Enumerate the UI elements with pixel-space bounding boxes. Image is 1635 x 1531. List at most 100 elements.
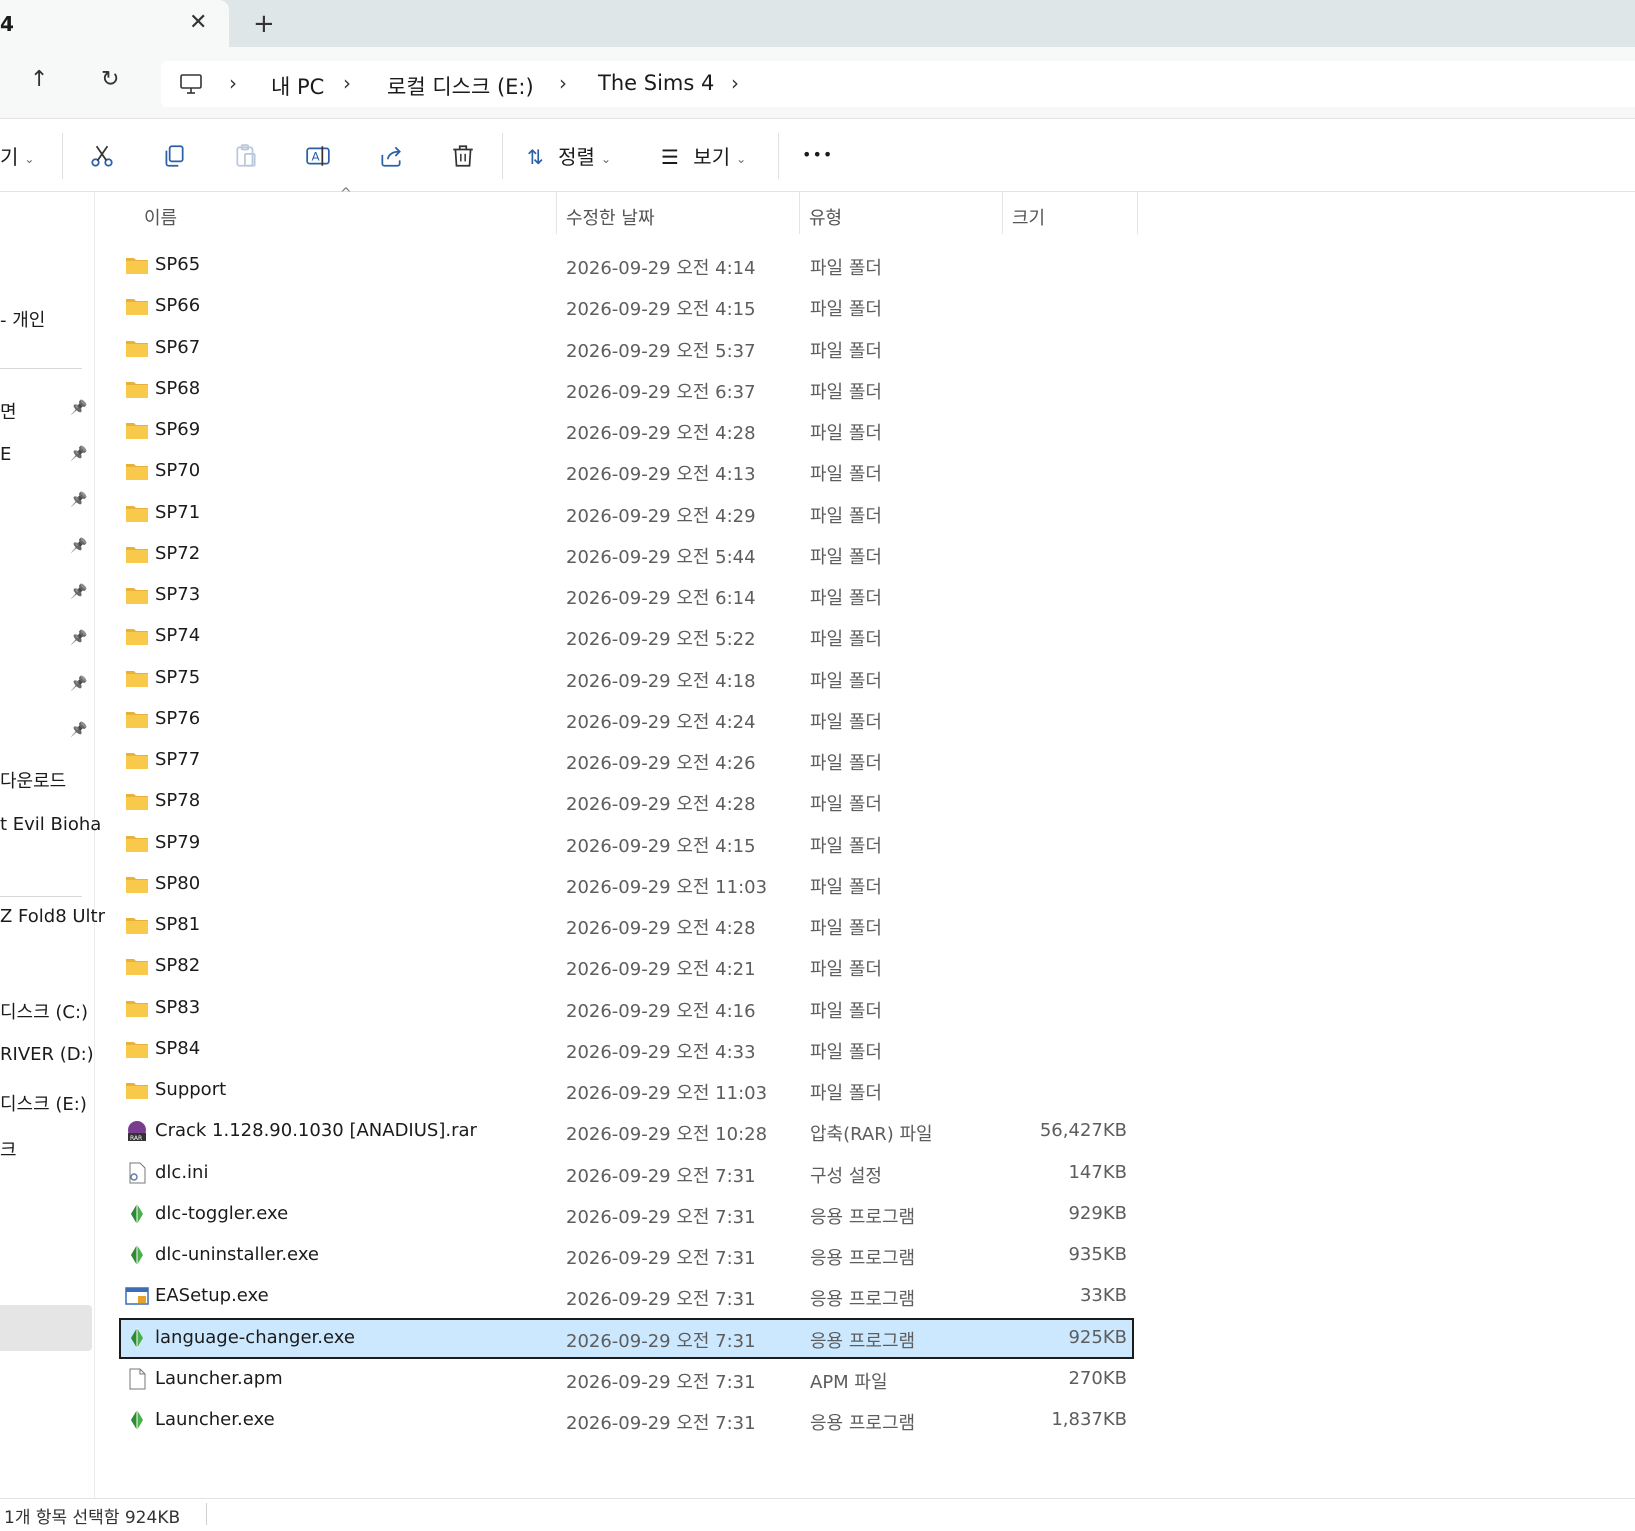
file-row[interactable]: dlc.ini 2026-09-29 오전 7:31 구성 설정 147KB — [120, 1154, 1133, 1193]
file-name: dlc.ini — [155, 1162, 209, 1183]
breadcrumb-the-sims-4[interactable]: The Sims 4 — [598, 71, 714, 95]
view-button[interactable]: ☰ 보기 ⌄ — [661, 141, 746, 170]
file-type: 파일 폴더 — [810, 423, 882, 444]
share-icon[interactable] — [378, 143, 404, 169]
file-date: 2026-09-29 오전 4:16 — [566, 1001, 756, 1022]
file-row[interactable]: SP75 2026-09-29 오전 4:18 파일 폴더 — [120, 659, 1133, 698]
chevron-down-icon: ⌄ — [736, 151, 747, 166]
file-name: Support — [155, 1079, 227, 1100]
tab-active[interactable]: 4 ✕ — [0, 0, 229, 47]
paste-icon[interactable] — [233, 143, 259, 169]
file-row[interactable]: dlc-uninstaller.exe 2026-09-29 오전 7:31 응용 … — [120, 1236, 1133, 1275]
column-resize-handle[interactable] — [1002, 192, 1003, 234]
file-row[interactable]: language-changer.exe 2026-09-29 오전 7:31 응용… — [119, 1318, 1134, 1359]
new-tab-button[interactable]: + — [253, 9, 275, 39]
address-bar[interactable]: › 내 PC › 로컬 디스크 (E:) › The Sims 4 › — [161, 61, 1635, 107]
file-row[interactable]: SP84 2026-09-29 오전 4:33 파일 폴더 — [120, 1030, 1133, 1069]
file-type: 파일 폴더 — [810, 753, 882, 774]
pin-icon[interactable]: 📌 — [70, 538, 87, 554]
column-resize-handle[interactable] — [1137, 192, 1138, 234]
chevron-right-icon[interactable]: › — [229, 71, 237, 95]
file-date: 2026-09-29 오전 7:31 — [566, 1331, 756, 1352]
chevron-right-icon[interactable]: › — [343, 71, 351, 95]
file-row[interactable]: SP74 2026-09-29 오전 5:22 파일 폴더 — [120, 617, 1133, 656]
column-header-type[interactable]: 유형 — [809, 204, 842, 230]
file-type: 파일 폴더 — [810, 1083, 882, 1104]
file-row[interactable]: SP78 2026-09-29 오전 4:28 파일 폴더 — [120, 782, 1133, 821]
sidebar-item[interactable]: RIVER (D:) — [0, 1044, 94, 1065]
rename-icon[interactable]: A — [305, 143, 331, 169]
delete-icon[interactable] — [450, 143, 476, 169]
chevron-right-icon[interactable]: › — [559, 71, 567, 95]
sidebar-item[interactable]: 다운로드 — [0, 767, 66, 793]
sidebar-item[interactable]: Z Fold8 Ultr — [0, 906, 105, 927]
sidebar-item[interactable]: 디스크 (C:) — [0, 998, 88, 1024]
file-row[interactable]: Launcher.apm 2026-09-29 오전 7:31 APM 파일 270K… — [120, 1360, 1133, 1399]
file-row[interactable]: SP71 2026-09-29 오전 4:29 파일 폴더 — [120, 494, 1133, 533]
cut-icon[interactable] — [89, 143, 115, 169]
status-selection-text: 1개 항목 선택함 924KB — [4, 1508, 181, 1528]
file-type: 파일 폴더 — [810, 671, 882, 692]
folder-icon — [126, 547, 148, 563]
file-row[interactable]: SP80 2026-09-29 오전 11:03 파일 폴더 — [120, 865, 1133, 904]
pin-icon[interactable]: 📌 — [70, 630, 87, 646]
column-header-size[interactable]: 크기 — [1012, 204, 1045, 230]
ini-file-icon — [129, 1162, 146, 1184]
file-row[interactable]: SP77 2026-09-29 오전 4:26 파일 폴더 — [120, 741, 1133, 780]
sidebar-item[interactable]: 크 — [0, 1136, 17, 1162]
file-row[interactable]: RAR Crack 1.128.90.1030 [ANADIUS].rar 2026… — [120, 1112, 1133, 1151]
folder-icon — [126, 753, 148, 769]
up-arrow-icon[interactable]: ↑ — [30, 67, 48, 92]
sort-button[interactable]: ⇅ 정렬 ⌄ — [527, 141, 611, 170]
file-type: 파일 폴더 — [810, 794, 882, 815]
pin-icon[interactable]: 📌 — [70, 492, 87, 508]
sidebar-item[interactable]: 디스크 (E:) — [0, 1090, 87, 1116]
pin-icon[interactable]: 📌 — [70, 400, 87, 416]
file-row[interactable]: SP72 2026-09-29 오전 5:44 파일 폴더 — [120, 535, 1133, 574]
refresh-icon[interactable]: ↻ — [101, 67, 119, 92]
sidebar-item[interactable]: - 개인 — [0, 306, 45, 332]
file-row[interactable]: SP83 2026-09-29 오전 4:16 파일 폴더 — [120, 989, 1133, 1028]
file-name: SP71 — [155, 502, 201, 523]
sidebar-item[interactable]: t Evil Bioha — [0, 814, 101, 835]
file-row[interactable]: SP81 2026-09-29 오전 4:28 파일 폴더 — [120, 906, 1133, 945]
breadcrumb-local-disk-e[interactable]: 로컬 디스크 (E:) — [387, 71, 534, 101]
file-row[interactable]: SP73 2026-09-29 오전 6:14 파일 폴더 — [120, 576, 1133, 615]
pin-icon[interactable]: 📌 — [70, 722, 87, 738]
close-icon[interactable]: ✕ — [189, 10, 207, 35]
file-row[interactable]: SP70 2026-09-29 오전 4:13 파일 폴더 — [120, 452, 1133, 491]
sidebar-item[interactable]: E — [0, 444, 11, 465]
svg-text:A: A — [312, 149, 321, 163]
file-row[interactable]: dlc-toggler.exe 2026-09-29 오전 7:31 응용 프로그램… — [120, 1195, 1133, 1234]
file-row[interactable]: SP67 2026-09-29 오전 5:37 파일 폴더 — [120, 329, 1133, 368]
sidebar-item[interactable]: 면 — [0, 398, 17, 424]
file-row[interactable]: SP69 2026-09-29 오전 4:28 파일 폴더 — [120, 411, 1133, 450]
folder-icon — [126, 1042, 148, 1058]
file-date: 2026-09-29 오전 4:33 — [566, 1042, 756, 1063]
column-header-date[interactable]: 수정한 날짜 — [566, 204, 655, 230]
breadcrumb-my-pc[interactable]: 내 PC — [271, 71, 324, 101]
file-row[interactable]: SP66 2026-09-29 오전 4:15 파일 폴더 — [120, 287, 1133, 326]
file-size: 270KB — [1068, 1368, 1127, 1389]
column-resize-handle[interactable] — [556, 192, 557, 234]
chevron-right-icon[interactable]: › — [731, 71, 739, 95]
file-row[interactable]: SP68 2026-09-29 오전 6:37 파일 폴더 — [120, 370, 1133, 409]
copy-icon[interactable] — [161, 143, 187, 169]
file-row[interactable]: Support 2026-09-29 오전 11:03 파일 폴더 — [120, 1071, 1133, 1110]
column-resize-handle[interactable] — [799, 192, 800, 234]
folder-icon — [126, 836, 148, 852]
file-row[interactable]: SP82 2026-09-29 오전 4:21 파일 폴더 — [120, 947, 1133, 986]
column-header-name[interactable]: 이름 — [144, 204, 177, 230]
pin-icon[interactable]: 📌 — [70, 676, 87, 692]
pin-icon[interactable]: 📌 — [70, 446, 87, 462]
file-date: 2026-09-29 오전 11:03 — [566, 1083, 768, 1104]
file-row[interactable]: EASetup.exe 2026-09-29 오전 7:31 응용 프로그램 33KB — [120, 1277, 1133, 1316]
file-row[interactable]: SP76 2026-09-29 오전 4:24 파일 폴더 — [120, 700, 1133, 739]
computer-icon[interactable] — [179, 72, 203, 96]
new-button[interactable]: 기 ⌄ — [0, 141, 34, 170]
more-options-button[interactable]: ••• — [802, 145, 833, 164]
pin-icon[interactable]: 📌 — [70, 584, 87, 600]
file-row[interactable]: SP79 2026-09-29 오전 4:15 파일 폴더 — [120, 824, 1133, 863]
file-row[interactable]: SP65 2026-09-29 오전 4:14 파일 폴더 — [120, 246, 1133, 285]
file-row[interactable]: Launcher.exe 2026-09-29 오전 7:31 응용 프로그램 1,8… — [120, 1401, 1133, 1440]
